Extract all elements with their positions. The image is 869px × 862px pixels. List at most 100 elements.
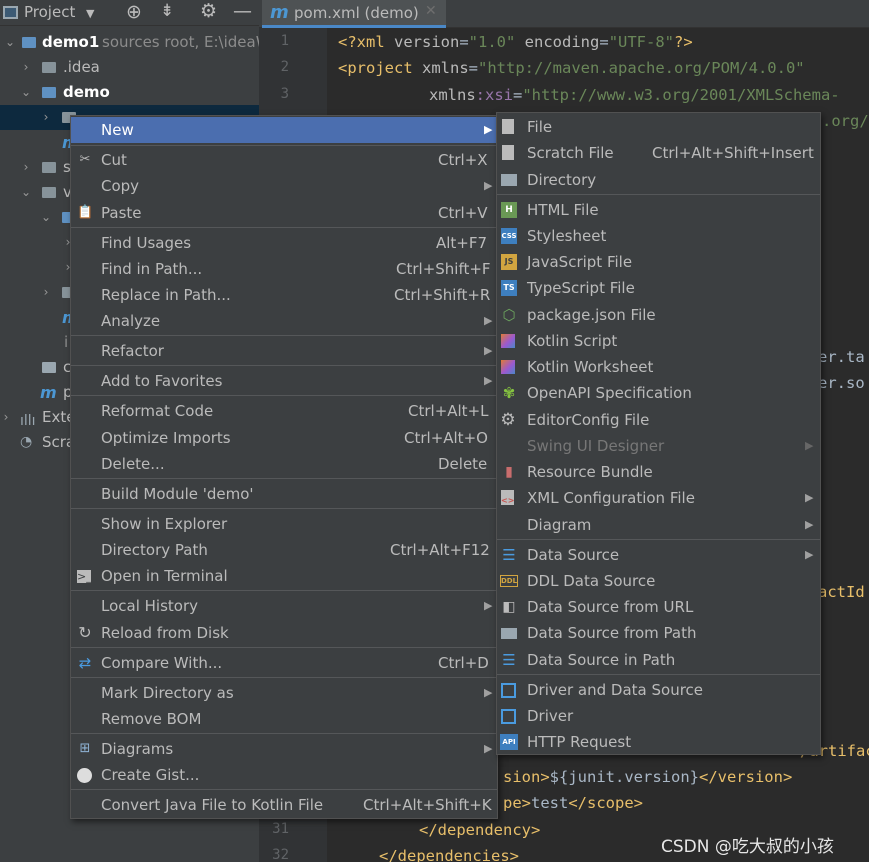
menu-item-paste[interactable]: 📋 Paste Ctrl+V <box>71 200 497 226</box>
menu-item-reformat-code[interactable]: Reformat Code Ctrl+Alt+L <box>71 398 497 424</box>
menu-item-optimize-imports[interactable]: Optimize Imports Ctrl+Alt+O <box>71 425 497 451</box>
submenu-item-stylesheet[interactable]: CSS Stylesheet <box>497 223 820 249</box>
menu-item-convert-java-to-kotlin[interactable]: Convert Java File to Kotlin File Ctrl+Al… <box>71 792 497 818</box>
tree-item-label: demo1 <box>42 33 100 51</box>
submenu-item-openapi[interactable]: ✾ OpenAPI Specification <box>497 380 820 406</box>
menu-item-find-in-path[interactable]: Find in Path... Ctrl+Shift+F <box>71 256 497 282</box>
submenu-item-typescript-file[interactable]: TS TypeScript File <box>497 275 820 301</box>
submenu-item-package-json[interactable]: ⬡ package.json File <box>497 302 820 328</box>
submenu-item-kotlin-script[interactable]: Kotlin Script <box>497 328 820 354</box>
menu-item-cut[interactable]: ✂ Cut Ctrl+X <box>71 147 497 173</box>
submenu-arrow-icon: ▶ <box>484 599 493 612</box>
file-icon <box>42 362 56 373</box>
menu-item-directory-path[interactable]: Directory Path Ctrl+Alt+F12 <box>71 537 497 563</box>
menu-item-local-history[interactable]: Local History ▶ <box>71 593 497 619</box>
menu-item-delete[interactable]: Delete... Delete <box>71 451 497 477</box>
menu-item-show-in-explorer[interactable]: Show in Explorer <box>71 511 497 537</box>
menu-item-copy[interactable]: Copy ▶ <box>71 173 497 199</box>
submenu-item-directory[interactable]: Directory <box>497 167 820 193</box>
submenu-item-xml-config[interactable]: <> XML Configuration File ▶ <box>497 485 820 511</box>
editor-tab-pom[interactable]: m pom.xml (demo) ✕ <box>262 0 446 28</box>
chevron-down-icon[interactable]: ▼ <box>86 7 94 20</box>
submenu-arrow-icon: ▶ <box>805 439 814 452</box>
submenu-arrow-icon: ▶ <box>484 179 493 192</box>
project-view-icon <box>3 6 18 19</box>
code-line-31[interactable]: </dependency> <box>419 821 540 839</box>
nodejs-icon: ⬡ <box>502 306 516 324</box>
submenu-item-file[interactable]: File <box>497 114 820 140</box>
menu-item-diagrams[interactable]: ⊞ Diagrams ▶ <box>71 736 497 762</box>
tree-item-demo1[interactable]: ⌄ demo1 sources root, E:\ideaW <box>0 30 259 55</box>
js-icon: JS <box>501 254 517 270</box>
folder-open-icon <box>501 628 517 639</box>
maven-file-icon: m <box>270 2 289 23</box>
xml-icon: <> <box>501 490 514 505</box>
submenu-item-data-source-in-path[interactable]: ☰ Data Source in Path <box>497 647 820 673</box>
submenu-arrow-icon: ▶ <box>805 518 814 531</box>
context-menu: New ▶ ✂ Cut Ctrl+X Copy ▶ 📋 Paste Ctrl+V… <box>70 115 498 819</box>
driver-icon <box>501 683 516 698</box>
line-number: 2 <box>280 59 289 75</box>
submenu-item-swing-ui-designer[interactable]: Swing UI Designer ▶ <box>497 433 820 459</box>
code-line-version[interactable]: sion>${junit.version}</version> <box>503 768 792 786</box>
minimize-icon[interactable]: — <box>233 0 252 22</box>
menu-item-mark-directory-as[interactable]: Mark Directory as ▶ <box>71 680 497 706</box>
code-line-2[interactable]: <project xmlns="http://maven.apache.org/… <box>338 59 805 77</box>
code-line-3[interactable]: xmlns:xsi="http://www.w3.org/2001/XMLSch… <box>429 86 840 104</box>
menu-item-create-gist[interactable]: Create Gist... <box>71 762 497 788</box>
submenu-item-driver[interactable]: Driver <box>497 703 820 729</box>
submenu-item-html-file[interactable]: H HTML File <box>497 197 820 223</box>
menu-item-reload-from-disk[interactable]: ↻ Reload from Disk <box>71 620 497 646</box>
watermark: CSDN @吃大叔的小孩 <box>661 837 834 857</box>
menu-item-compare-with[interactable]: ⇄ Compare With... Ctrl+D <box>71 650 497 676</box>
menu-item-build-module[interactable]: Build Module 'demo' <box>71 481 497 507</box>
gear-icon: ⚙ <box>500 410 516 430</box>
code-line-32[interactable]: </dependencies> <box>379 847 519 862</box>
code-fragment[interactable]: er.so <box>818 374 865 392</box>
submenu-item-http-request[interactable]: API HTTP Request <box>497 729 820 755</box>
menu-item-analyze[interactable]: Analyze ▶ <box>71 308 497 334</box>
code-fragment[interactable]: er.ta <box>818 348 865 366</box>
submenu-item-kotlin-worksheet[interactable]: Kotlin Worksheet <box>497 354 820 380</box>
code-line-1[interactable]: <?xml version="1.0" encoding="UTF-8"?> <box>338 33 693 51</box>
menu-item-find-usages[interactable]: Find Usages Alt+F7 <box>71 230 497 256</box>
close-icon[interactable]: ✕ <box>425 3 437 19</box>
locate-target-icon[interactable]: ⊕ <box>126 1 142 23</box>
submenu-item-ddl-data-source[interactable]: DDL DDL Data Source <box>497 568 820 594</box>
tree-item-path: sources root, E:\ideaW <box>102 33 259 51</box>
tree-item-demo[interactable]: ⌄ demo <box>0 80 259 105</box>
menu-item-open-in-terminal[interactable]: >_ Open in Terminal <box>71 563 497 589</box>
submenu-item-javascript-file[interactable]: JS JavaScript File <box>497 249 820 275</box>
menu-item-remove-bom[interactable]: Remove BOM <box>71 706 497 732</box>
submenu-arrow-icon: ▶ <box>484 742 493 755</box>
collapse-all-icon[interactable]: ⇟ <box>160 1 174 21</box>
menu-item-add-to-favorites[interactable]: Add to Favorites ▶ <box>71 368 497 394</box>
submenu-item-data-source-path[interactable]: Data Source from Path <box>497 620 820 646</box>
libraries-icon: ıllı <box>20 413 36 429</box>
kotlin-icon <box>501 334 515 348</box>
submenu-arrow-icon: ▶ <box>484 686 493 699</box>
diagram-icon: ⊞ <box>79 741 91 756</box>
submenu-item-data-source-url[interactable]: ◧ Data Source from URL <box>497 594 820 620</box>
reload-icon: ↻ <box>78 623 92 642</box>
tree-item-label: demo <box>63 83 110 101</box>
menu-item-replace-in-path[interactable]: Replace in Path... Ctrl+Shift+R <box>71 282 497 308</box>
code-fragment[interactable]: actId <box>818 583 865 601</box>
tree-item-idea[interactable]: › .idea <box>0 55 259 80</box>
submenu-item-editorconfig[interactable]: ⚙ EditorConfig File <box>497 407 820 433</box>
submenu-arrow-icon: ▶ <box>484 374 493 387</box>
submenu-item-resource-bundle[interactable]: ▮ Resource Bundle <box>497 459 820 485</box>
gear-icon[interactable]: ⚙ <box>200 0 217 22</box>
ddl-icon: DDL <box>500 575 518 587</box>
menu-item-refactor[interactable]: Refactor ▶ <box>71 338 497 364</box>
menu-item-new[interactable]: New ▶ <box>71 117 497 143</box>
code-fragment[interactable]: .org/ <box>822 112 869 130</box>
submenu-item-diagram[interactable]: Diagram ▶ <box>497 512 820 538</box>
resource-bundle-icon: ▮ <box>505 464 513 480</box>
submenu-item-driver-and-data-source[interactable]: Driver and Data Source <box>497 677 820 703</box>
tree-item-label: i <box>64 333 69 351</box>
submenu-item-scratch-file[interactable]: Scratch File Ctrl+Alt+Shift+Insert <box>497 140 820 166</box>
code-line-scope[interactable]: pe>test</scope> <box>503 794 643 812</box>
submenu-item-data-source[interactable]: ☰ Data Source ▶ <box>497 542 820 568</box>
project-view-title[interactable]: Project <box>24 3 75 21</box>
